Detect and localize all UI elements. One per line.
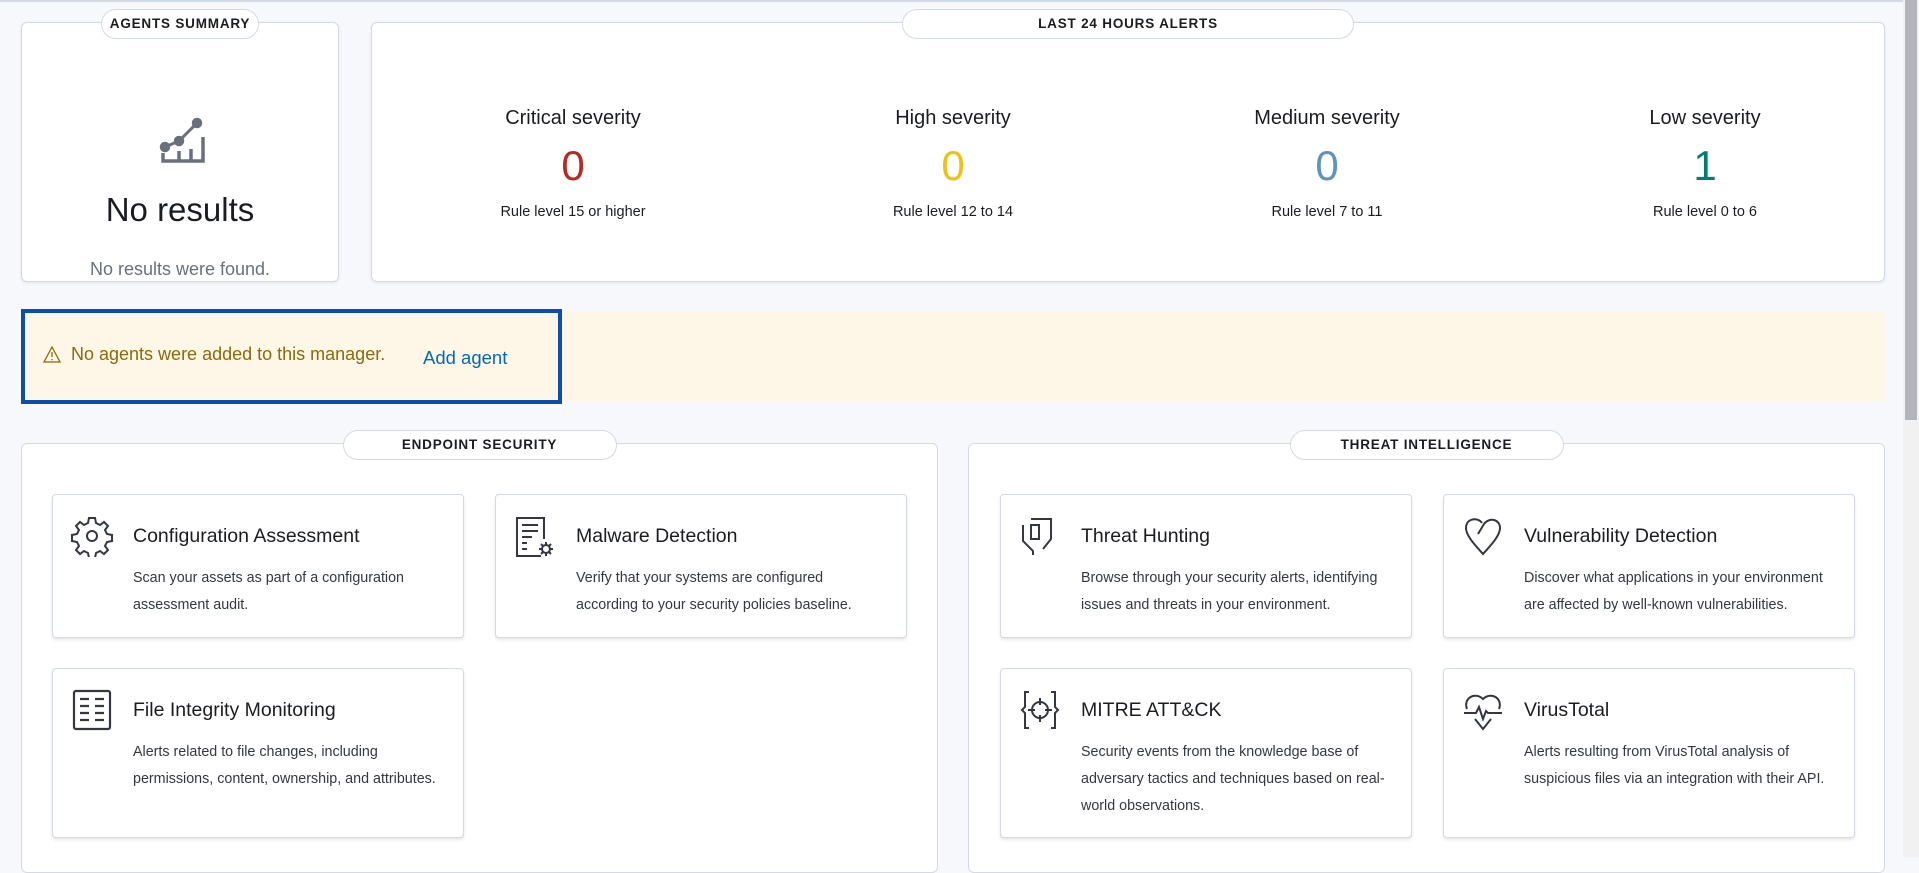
severity-rule-level: Rule level 12 to 14 (892, 204, 1014, 220)
card-description: Scan your assets as part of a configurat… (133, 570, 404, 613)
severity-rule-level: Rule level 15 or higher (500, 204, 646, 220)
severity-title: High severity (895, 107, 1011, 129)
card-title: Vulnerability Detection (1524, 525, 1718, 547)
card-title: Malware Detection (576, 525, 738, 547)
endpoint-security-panel: ENDPOINT SECURITY Configuration Assessme… (21, 430, 938, 873)
list-document-icon (72, 689, 112, 731)
no-results-title: No results (105, 191, 255, 228)
card-description: Alerts related to file changes, includin… (133, 744, 436, 787)
no-results-message: No results were found. (89, 259, 271, 279)
agents-summary-panel: AGENTS SUMMARY No results No results wer… (21, 9, 339, 282)
card-title: Threat Hunting (1081, 525, 1210, 547)
target-braces-icon (1020, 691, 1060, 729)
severity-title: Medium severity (1254, 107, 1400, 129)
top-divider (0, 0, 1903, 2)
scrollbar-thumb[interactable] (1905, 0, 1917, 420)
shield-icon (1022, 518, 1052, 555)
severity-count[interactable]: 0 (423, 142, 723, 192)
card-title: File Integrity Monitoring (133, 699, 336, 721)
severity-count[interactable]: 0 (803, 142, 1103, 192)
broken-heart-icon (1464, 518, 1502, 556)
severity-title: Critical severity (505, 107, 641, 129)
vulnerability-detection-card[interactable]: Vulnerability Detection Discover what ap… (1443, 494, 1855, 638)
card-title: VirusTotal (1524, 699, 1610, 721)
card-description: Discover what applications in your envir… (1524, 570, 1823, 613)
card-description: Verify that your systems are configured … (576, 570, 852, 613)
severity-rule-level: Rule level 0 to 6 (1653, 204, 1757, 220)
threat-hunting-card[interactable]: Threat Hunting Browse through your secur… (1000, 494, 1412, 638)
document-gear-icon (516, 517, 553, 557)
threat-intelligence-header: THREAT INTELLIGENCE (1289, 430, 1564, 460)
card-description: Security events from the knowledge base … (1081, 744, 1385, 814)
gear-icon (71, 517, 113, 557)
chart-line-icon (159, 117, 205, 163)
threat-intelligence-panel: THREAT INTELLIGENCE Threat Hunting Brows… (968, 430, 1885, 873)
agents-summary-header: AGENTS SUMMARY (101, 9, 259, 39)
card-title: MITRE ATT&CK (1081, 699, 1222, 721)
high-severity-stat[interactable]: High severity 0 Rule level 12 to 14 (803, 107, 1103, 220)
mitre-attack-card[interactable]: MITRE ATT&CK Security events from the kn… (1000, 668, 1412, 838)
severity-count[interactable]: 0 (1177, 142, 1477, 192)
low-severity-stat[interactable]: Low severity 1 Rule level 0 to 6 (1555, 107, 1855, 220)
file-integrity-monitoring-card[interactable]: File Integrity Monitoring Alerts related… (52, 668, 464, 838)
heart-pulse-icon (1464, 694, 1502, 731)
endpoint-security-header: ENDPOINT SECURITY (342, 430, 617, 460)
alerts-header: LAST 24 HOURS ALERTS (902, 9, 1354, 39)
page-scrollbar[interactable] (1903, 0, 1919, 857)
critical-severity-stat[interactable]: Critical severity 0 Rule level 15 or hig… (423, 107, 723, 220)
malware-detection-card[interactable]: Malware Detection Verify that your syste… (495, 494, 907, 638)
card-description: Browse through your security alerts, ide… (1081, 570, 1378, 613)
virustotal-card[interactable]: VirusTotal Alerts resulting from VirusTo… (1443, 668, 1855, 838)
severity-title: Low severity (1649, 107, 1761, 129)
severity-count[interactable]: 1 (1555, 142, 1855, 192)
last-24-hours-alerts-panel: LAST 24 HOURS ALERTS Critical severity 0… (371, 9, 1885, 282)
configuration-assessment-card[interactable]: Configuration Assessment Scan your asset… (52, 494, 464, 638)
medium-severity-stat[interactable]: Medium severity 0 Rule level 7 to 11 (1177, 107, 1477, 220)
card-title: Configuration Assessment (133, 525, 360, 547)
severity-rule-level: Rule level 7 to 11 (1271, 204, 1383, 220)
card-description: Alerts resulting from VirusTotal analysi… (1524, 744, 1825, 787)
focus-outline (21, 309, 562, 404)
